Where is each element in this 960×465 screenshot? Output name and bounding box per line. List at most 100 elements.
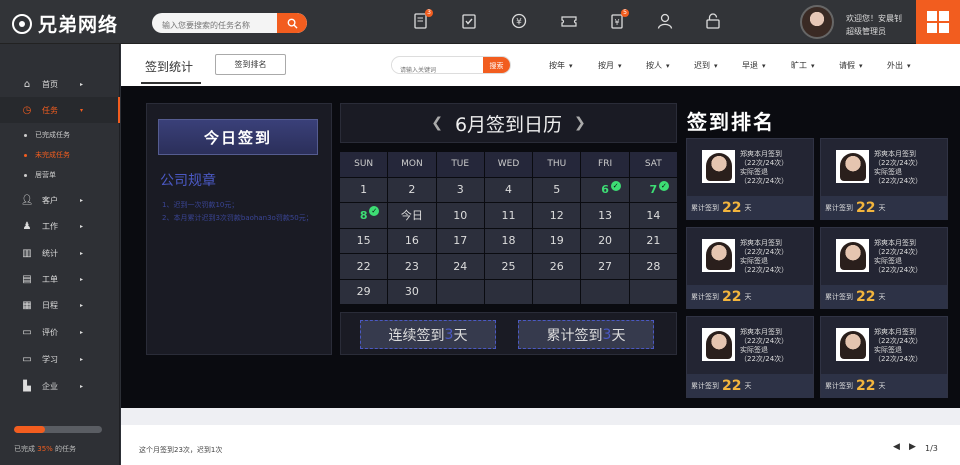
filter-late[interactable]: 迟到 [694, 60, 718, 71]
sidebar-item-tasks[interactable]: ◷ 任务 ▾ [0, 97, 120, 123]
next-page-icon[interactable]: ▶ [909, 442, 916, 452]
sidebar-item-learning[interactable]: ▭ 学习 ▸ [0, 346, 120, 372]
employee-photo [702, 328, 735, 361]
filter-by-year[interactable]: 按年 [549, 60, 573, 71]
lock-icon[interactable] [704, 12, 722, 30]
calendar-day[interactable]: 27 [581, 254, 629, 279]
calendar-day[interactable]: 28 [629, 254, 677, 279]
calendar-day[interactable]: 21 [629, 228, 677, 253]
ranking-card[interactable]: 郑爽本月签到 （22次/24次） 实际签退 （22次/24次） 累计签到 22 天 [686, 138, 814, 220]
day-number: 2 [408, 183, 416, 197]
prev-month-icon[interactable]: ❮ [431, 115, 443, 131]
sidebar-subitem-uncompleted[interactable]: 未完成任务 [0, 145, 120, 165]
calendar-day[interactable]: 19 [533, 228, 581, 253]
calendar-day[interactable]: 3 [436, 177, 484, 202]
windows-menu-button[interactable] [916, 0, 960, 44]
sidebar: ⌂ 首页 ▸ ◷ 任务 ▾ 已完成任务 未完成任务 居营单 👤︎ 客户 ▸ ♟ 工作 ▸ ▥ 统计… [0, 44, 120, 465]
day-number: 16 [404, 234, 419, 248]
calendar-day[interactable]: 14 [629, 203, 677, 228]
ranking-card[interactable]: 郑爽本月签到 （22次/24次） 实际签退 （22次/24次） 累计签到 22 天 [820, 316, 948, 398]
ranking-line: （22次/24次） [740, 177, 789, 185]
ranking-card[interactable]: 郑爽本月签到 （22次/24次） 实际签退 （22次/24次） 累计签到 22 天 [686, 316, 814, 398]
sidebar-item-tickets[interactable]: ▤ 工单 ▸ [0, 266, 120, 292]
calendar-day[interactable]: 22 [340, 254, 388, 279]
prev-page-icon[interactable]: ◀ [893, 442, 900, 452]
day-number: 3 [456, 183, 464, 197]
ranking-card[interactable]: 郑爽本月签到 （22次/24次） 实际签退 （22次/24次） 累计签到 22 天 [686, 227, 814, 309]
ranking-footer: 累计签到 22 天 [687, 374, 813, 398]
calendar-day[interactable]: 29 [340, 279, 388, 304]
cumulative-checkin-stat[interactable]: 累计签到 3 天 [518, 320, 654, 349]
global-search-button[interactable] [277, 13, 307, 33]
sidebar-item-reviews[interactable]: ▭ 评价 ▸ [0, 319, 120, 345]
sidebar-item-home[interactable]: ⌂ 首页 ▸ [0, 71, 120, 97]
weekday-header: FRI [581, 152, 629, 177]
filter-early-leave[interactable]: 早退 [742, 60, 766, 71]
keyword-search-button[interactable]: 搜索 [483, 57, 510, 73]
sidebar-item-stats[interactable]: ▥ 统计 ▸ [0, 240, 120, 266]
calendar-day[interactable]: 15 [340, 228, 388, 253]
ranking-card[interactable]: 郑爽本月签到 （22次/24次） 实际签退 （22次/24次） 累计签到 22 天 [820, 227, 948, 309]
message-icon[interactable]: ¥ 5 [608, 9, 629, 30]
notification-icon[interactable]: 3 [412, 9, 433, 30]
calendar-day[interactable]: 8 ✓ [340, 203, 388, 228]
filter-leave[interactable]: 请假 [839, 60, 863, 71]
calendar-day[interactable]: 16 [388, 228, 436, 253]
profile-icon[interactable] [656, 12, 674, 30]
page-indicator: 1/3 [925, 444, 938, 453]
calendar-day[interactable]: 10 [436, 203, 484, 228]
calendar-day[interactable]: 23 [388, 254, 436, 279]
ranking-card[interactable]: 郑爽本月签到 （22次/24次） 实际签退 （22次/24次） 累计签到 22 天 [820, 138, 948, 220]
sidebar-item-work[interactable]: ♟ 工作 ▸ [0, 213, 120, 239]
calendar-day[interactable]: 13 [581, 203, 629, 228]
user-avatar[interactable] [800, 5, 834, 39]
calendar-empty-cell [581, 279, 629, 304]
filter-by-month[interactable]: 按月 [598, 60, 622, 71]
chevron-right-icon: ▸ [80, 355, 84, 363]
day-number: 今日 [400, 209, 423, 223]
sidebar-item-label: 任务 [42, 105, 58, 115]
day-number: 4 [504, 183, 512, 197]
ranking-button[interactable]: 签到排名 [215, 54, 286, 75]
calendar-day[interactable]: 2 [388, 177, 436, 202]
chevron-right-icon: ▸ [80, 80, 84, 88]
sidebar-subitem-orders[interactable]: 居营单 [0, 165, 120, 185]
global-search-input[interactable] [152, 15, 272, 33]
sidebar-item-enterprise[interactable]: ▙ 企业 ▸ [0, 373, 120, 399]
calendar-day[interactable]: 1 [340, 177, 388, 202]
calendar-day[interactable]: 24 [436, 254, 484, 279]
sidebar-subitem-completed[interactable]: 已完成任务 [0, 125, 120, 145]
next-month-icon[interactable]: ❯ [574, 115, 586, 131]
yuan-icon[interactable]: ¥ [510, 12, 528, 30]
top-bar: 兄弟网络 3 ¥ ¥ 5 欢迎您！安晨钊 超级管理员 [0, 0, 960, 44]
consecutive-checkin-stat[interactable]: 连续签到 3 天 [360, 320, 496, 349]
calendar-day[interactable]: 17 [436, 228, 484, 253]
keyword-search-input[interactable] [392, 62, 482, 73]
calendar-day[interactable]: 5 [533, 177, 581, 202]
calendar-day[interactable]: 11 [484, 203, 533, 228]
app-logo[interactable]: 兄弟网络 [12, 10, 118, 37]
calendar-day[interactable]: 7 ✓ [629, 177, 677, 202]
ticket-icon[interactable] [560, 12, 578, 30]
calendar-day[interactable]: 12 [533, 203, 581, 228]
sidebar-item-customers[interactable]: 👤︎ 客户 ▸ [0, 187, 120, 213]
calendar-day[interactable]: 25 [484, 254, 533, 279]
sidebar-item-label: 日程 [42, 300, 58, 310]
clock-icon: ◷ [22, 104, 32, 116]
task-check-icon[interactable] [460, 12, 478, 30]
calendar-day[interactable]: 18 [484, 228, 533, 253]
filter-absent[interactable]: 旷工 [791, 60, 815, 71]
ranking-days: 22 [722, 378, 742, 394]
calendar-day[interactable]: 4 [484, 177, 533, 202]
calendar-day[interactable]: 26 [533, 254, 581, 279]
calendar-day[interactable]: 20 [581, 228, 629, 253]
calendar-day[interactable]: 30 [388, 279, 436, 304]
calendar-day[interactable]: 6 ✓ [581, 177, 629, 202]
checkin-today-button[interactable]: 今日签到 [158, 119, 318, 155]
filter-outing[interactable]: 外出 [887, 60, 911, 71]
footer: 这个月签到23次，迟到1次 ◀ ▶ 1/3 [121, 408, 960, 465]
calendar-day[interactable]: 今日 [388, 203, 436, 228]
sidebar-item-schedule[interactable]: ▦ 日程 ▸ [0, 292, 120, 318]
day-number: 15 [356, 234, 371, 248]
filter-by-person[interactable]: 按人 [646, 60, 670, 71]
